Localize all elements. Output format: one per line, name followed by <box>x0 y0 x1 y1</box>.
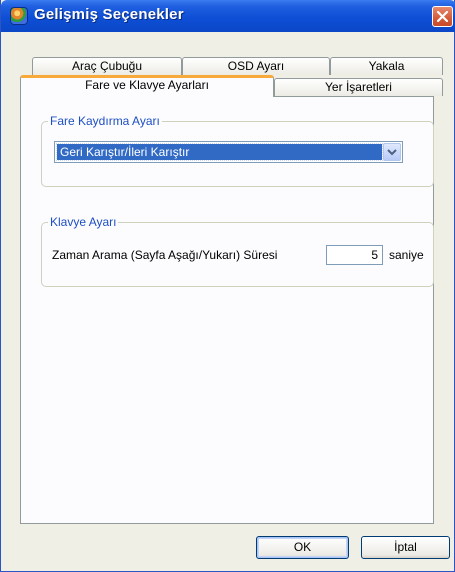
group-legend: Klavye Ayarı <box>48 215 119 229</box>
tab-osd-ayari[interactable]: OSD Ayarı <box>182 57 330 75</box>
tab-label: Fare ve Klavye Ayarları <box>85 78 209 92</box>
scroll-mode-select[interactable]: Geri Karıştır/İleri Karıştır <box>54 141 403 163</box>
seek-time-unit: saniye <box>389 248 424 262</box>
group-legend: Fare Kaydırma Ayarı <box>48 114 162 128</box>
tab-fare-ve-klavye[interactable]: Fare ve Klavye Ayarları <box>20 75 274 97</box>
seek-time-input[interactable]: 5 <box>326 245 383 265</box>
ok-button[interactable]: OK <box>256 536 349 559</box>
dialog-window: Gelişmiş Seçenekler Araç Çubuğu OSD Ayar… <box>0 0 455 572</box>
window-title: Gelişmiş Seçenekler <box>34 6 184 23</box>
app-icon <box>10 7 28 25</box>
title-bar[interactable]: Gelişmiş Seçenekler <box>1 0 455 32</box>
close-icon <box>437 11 448 22</box>
tab-label: OSD Ayarı <box>227 59 285 73</box>
select-value: Geri Karıştır/İleri Karıştır <box>56 143 383 161</box>
close-button[interactable] <box>432 6 453 27</box>
tab-label: Yer İşaretleri <box>325 80 392 94</box>
tab-label: Yakala <box>368 59 405 73</box>
tab-label: Araç Çubuğu <box>71 59 143 73</box>
tab-yer-isaretleri[interactable]: Yer İşaretleri <box>274 78 443 96</box>
tab-arac-cubugu[interactable]: Araç Çubuğu <box>32 57 182 75</box>
seek-time-label: Zaman Arama (Sayfa Aşağı/Yukarı) Süresi <box>52 248 278 262</box>
chevron-down-icon <box>387 149 397 156</box>
dropdown-button[interactable] <box>383 143 401 161</box>
cancel-button[interactable]: İptal <box>361 536 450 559</box>
tab-yakala[interactable]: Yakala <box>330 57 443 75</box>
